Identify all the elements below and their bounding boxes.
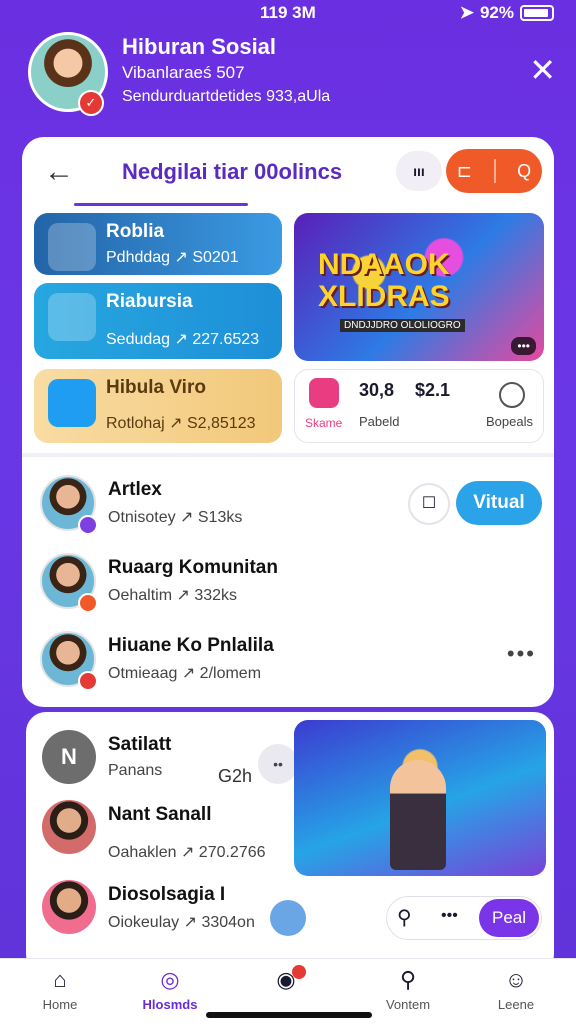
replay-icon[interactable] [499, 382, 525, 408]
verified-badge-icon: ✓ [78, 90, 104, 116]
battery-icon [520, 5, 554, 21]
card-title: Nedgilai tiar 00olincs [122, 159, 343, 184]
nav-search[interactable]: ⚲ Vontem [358, 965, 458, 1021]
home-indicator [206, 1012, 372, 1018]
stat-value-2: $2.1 [415, 380, 451, 400]
messenger-icon: ◎ [160, 967, 180, 992]
list-item[interactable]: Nant Sanall Oahaklen ↗ 270.2766 [42, 796, 292, 866]
timestamp: G2h [218, 766, 253, 786]
location-icon: ➤ [459, 3, 474, 22]
stat-label-share: Skame [305, 416, 343, 430]
profile-header: ✓ Hiburan Sosial Vibanlaraeś 507 Sendurd… [28, 30, 558, 120]
status-badge [78, 593, 98, 613]
nav-label: Hlosmds [142, 997, 198, 1012]
more-icon[interactable]: ••• [511, 337, 536, 355]
follow-button[interactable]: Vitual [456, 481, 542, 525]
profile-meta: Sendurduartdetides 933,aUla [122, 88, 331, 105]
bookmark-badge-icon[interactable] [270, 900, 306, 936]
tile-subtitle: Pdhddag ↗ S0201 [106, 249, 239, 266]
search-icon[interactable]: ⚲ [397, 905, 412, 930]
stats-panel: Skame 30,8 Pabeld $2.1 Bopeals [294, 369, 544, 443]
back-arrow-icon[interactable]: ← [44, 155, 74, 189]
avatar[interactable] [42, 800, 96, 854]
list-item-name: Artlex [108, 479, 162, 500]
nav-label: Home [42, 997, 78, 1012]
list-item[interactable]: Artlex Otnisotey ↗ S13ks ☐ Vitual [40, 467, 542, 545]
search-icon: ⚲ [399, 967, 417, 992]
home-icon: ⌂ [53, 967, 67, 992]
list-item[interactable]: Ruaarg Komunitan Oehaltim ↗ 332ks [40, 545, 540, 623]
cartoon-person-figure [390, 760, 446, 870]
grid-view-button[interactable]: ııı [396, 151, 442, 191]
list-item-name: Nant Sanall [108, 804, 212, 825]
stat-label-3: Bopeals [486, 414, 533, 429]
stat-label-2: Pabeld [359, 414, 400, 429]
notification-badge [292, 965, 306, 979]
list-item[interactable]: N Satilatt Panans G2h •• [42, 726, 298, 796]
status-time: 119 3M [260, 3, 316, 22]
stat-value-1: 30,8 [359, 380, 395, 400]
feed-list: Artlex Otnisotey ↗ S13ks ☐ Vitual Ruaarg… [22, 457, 554, 707]
list-item[interactable]: Diosolsagia I Oiokeulay ↗ 3304on [42, 876, 292, 946]
nav-profile[interactable]: ☺ Leene [466, 965, 566, 1021]
list-item-name: Satilatt [108, 734, 172, 755]
tile-title: Roblia [106, 221, 165, 242]
category-tile-hibula[interactable]: Hibula Viro Rotlohaj ↗ S2,85123 [34, 369, 282, 443]
list-item-name: Hiuane Ko Pnlalila [108, 635, 274, 656]
more-icon[interactable]: ••• [441, 907, 458, 925]
nav-home[interactable]: ⌂ Home [10, 965, 110, 1021]
category-tile-roblia[interactable]: Roblia Pdhddag ↗ S0201 [34, 213, 282, 275]
list-item-meta: Otnisotey ↗ S13ks [108, 509, 243, 526]
user-icon: ☺ [504, 967, 528, 992]
avatar[interactable] [42, 880, 96, 934]
copy-icon[interactable]: ⊏ [457, 161, 472, 182]
list-item[interactable]: Hiuane Ko Pnlalila Otmieaag ↗ 2/lomem ••… [40, 623, 540, 701]
tile-subtitle: Sedudag ↗ 227.6523 [106, 331, 260, 348]
list-item-meta: Oehaltim ↗ 332ks [108, 587, 238, 604]
tile-subtitle: Rotlohaj ↗ S2,85123 [106, 415, 256, 432]
list-item-meta: Panans [108, 762, 163, 779]
profile-handle: Vibanlaraeś 507 [122, 63, 245, 82]
search-pill[interactable]: ⚲ ••• Peal [386, 896, 542, 940]
close-icon[interactable]: ✕ [529, 54, 556, 86]
instagram-icon[interactable] [309, 378, 339, 408]
status-badge [78, 515, 98, 535]
tile-title: Riabursia [106, 291, 193, 312]
status-bar: 119 3M ➤ 92% [0, 0, 576, 26]
pill-divider [493, 159, 496, 183]
tab-underline [74, 203, 248, 206]
game-banner-image[interactable]: NDAAOK XLIDRAS DNDJJDRO OLOLIOGRO ••• [294, 213, 544, 361]
profile-name: Hiburan Sosial [122, 34, 277, 59]
status-right: ➤ 92% [460, 3, 554, 23]
post-button[interactable]: Peal [479, 899, 539, 937]
secondary-card: N Satilatt Panans G2h •• Nant Sanall Oah… [26, 712, 554, 974]
game-banner-subtitle: DNDJJDRO OLOLIOGRO [340, 319, 465, 332]
cartoon-scene-image[interactable] [294, 720, 546, 876]
tile-thumbnail [48, 223, 96, 271]
tile-thumbnail [48, 293, 96, 341]
tile-title: Hibula Viro [106, 377, 206, 398]
more-options-icon[interactable]: ••• [507, 641, 536, 667]
category-tile-riabursia[interactable]: Riabursia Sedudag ↗ 227.6523 [34, 283, 282, 359]
action-pill[interactable]: ⊏ Q [446, 149, 542, 193]
list-item-meta: Oahaklen ↗ 270.2766 [108, 844, 266, 861]
list-item-meta: Oiokeulay ↗ 3304on [108, 914, 255, 931]
nav-label: Leene [497, 997, 535, 1012]
game-banner-title: NDAAOK XLIDRAS [318, 248, 450, 313]
list-item-meta: Otmieaag ↗ 2/lomem [108, 665, 262, 682]
bookmark-icon[interactable]: ☐ [408, 483, 450, 525]
twitter-bird-icon [48, 379, 96, 427]
list-item-name: Ruaarg Komunitan [108, 557, 278, 578]
avatar[interactable]: N [42, 730, 96, 784]
nav-label: Vontem [385, 997, 431, 1012]
status-badge [78, 671, 98, 691]
more-options-icon[interactable]: •• [258, 744, 298, 784]
search-icon[interactable]: Q [517, 161, 531, 182]
battery-percent: 92% [479, 3, 514, 22]
card-header: ← Nedgilai tiar 00olincs ııı ⊏ Q [22, 137, 554, 207]
list-item-name: Diosolsagia I [108, 884, 226, 905]
nav-messages[interactable]: ◎ Hlosmds [120, 965, 220, 1021]
main-card: ← Nedgilai tiar 00olincs ııı ⊏ Q Roblia … [22, 137, 554, 707]
